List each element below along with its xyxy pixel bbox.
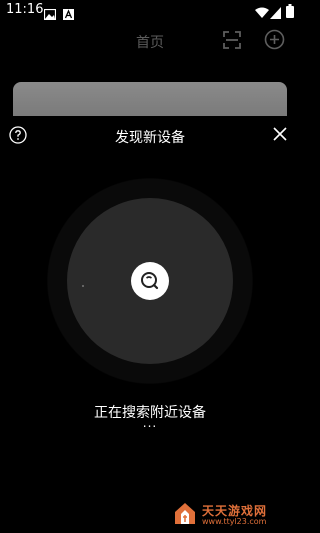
add-icon[interactable] [264, 29, 285, 54]
app-a-icon [63, 5, 74, 24]
watermark-logo-icon [172, 500, 198, 530]
watermark-url: www.ttyl23.com [202, 517, 267, 526]
search-radar [47, 178, 253, 384]
loading-dots: ... [142, 416, 158, 430]
page-title: 首页 [136, 35, 164, 51]
radar-dot [82, 285, 84, 287]
watermark: 天天游戏网 www.ttyl23.com [172, 500, 296, 530]
status-bar: 11:16 [0, 0, 300, 24]
close-icon[interactable] [272, 126, 288, 146]
search-button[interactable] [131, 262, 169, 300]
status-time: 11:16 [6, 2, 44, 17]
wifi-icon [255, 4, 269, 23]
top-bar: 首页 [0, 24, 300, 60]
discover-device-sheet: 发现新设备 正在搜索附近设备 ... [0, 116, 300, 533]
battery-icon [286, 3, 294, 22]
signal-icon [270, 4, 281, 23]
sheet-title: 发现新设备 [115, 130, 185, 146]
image-icon [43, 5, 57, 24]
search-icon [131, 272, 169, 304]
scan-icon[interactable] [222, 30, 242, 54]
